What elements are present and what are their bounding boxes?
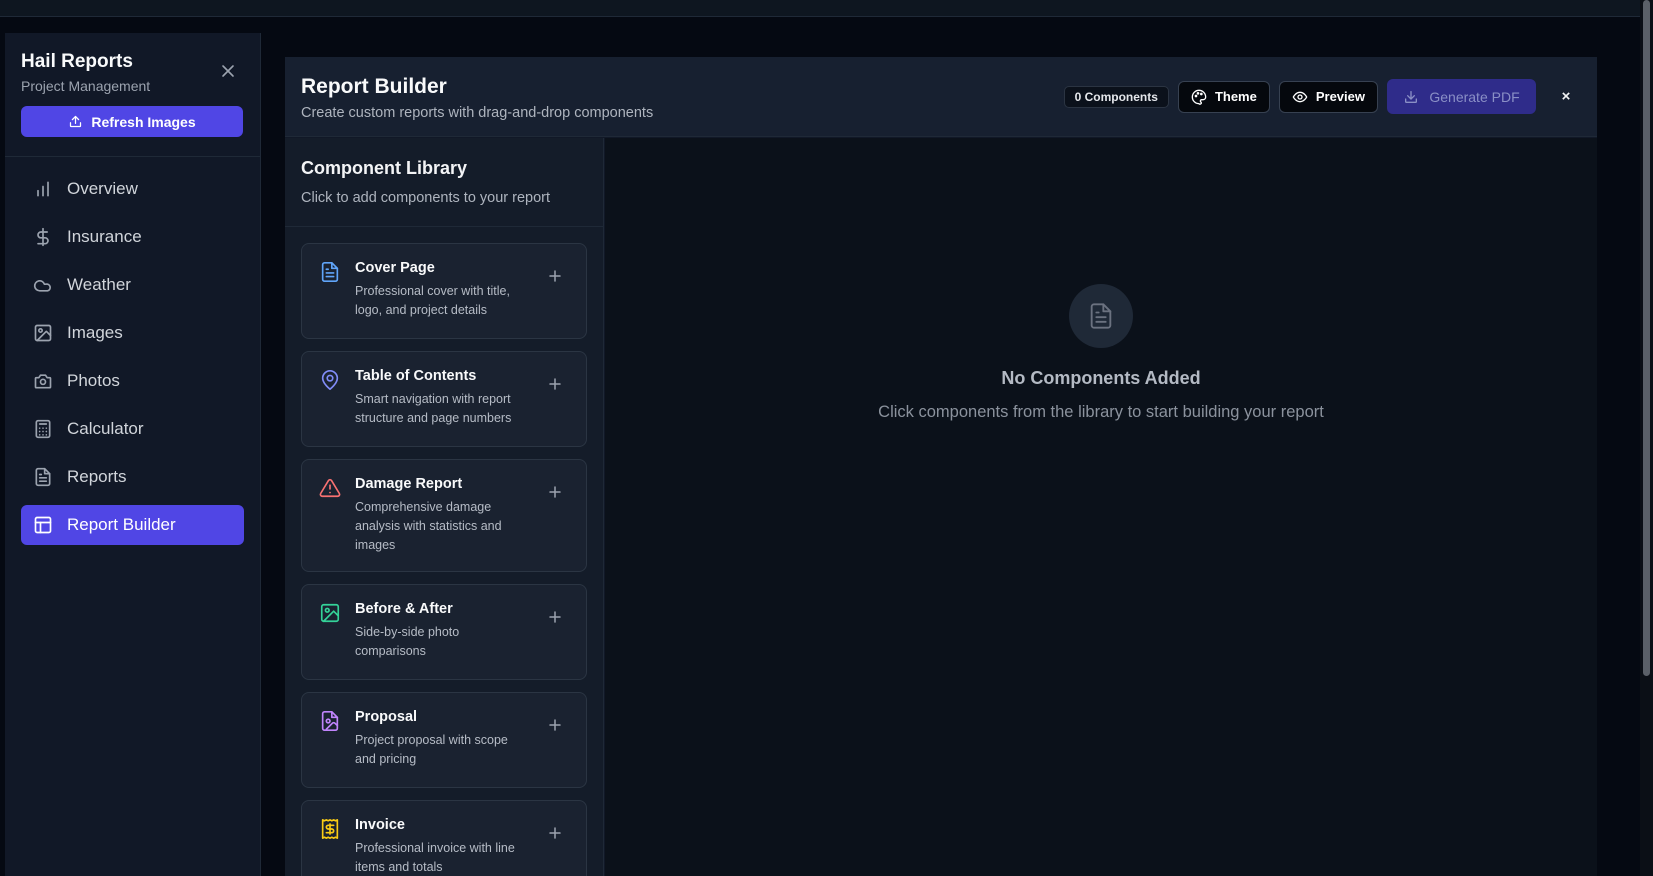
component-title: Invoice bbox=[355, 817, 405, 833]
file-image-icon bbox=[319, 710, 341, 732]
refresh-images-label: Refresh Images bbox=[91, 113, 196, 130]
component-title: Table of Contents bbox=[355, 368, 477, 384]
component-description: Comprehensive damage analysis with stati… bbox=[355, 500, 502, 552]
component-title: Cover Page bbox=[355, 260, 435, 276]
theme-label: Theme bbox=[1214, 89, 1257, 104]
component-title: Damage Report bbox=[355, 476, 463, 492]
download-icon bbox=[1403, 89, 1419, 105]
calculator-icon bbox=[33, 419, 53, 439]
sidebar-close-icon[interactable] bbox=[220, 63, 236, 79]
sidebar-item-label: Report Builder bbox=[67, 515, 176, 534]
sidebar-item-calculator[interactable]: Calculator bbox=[21, 409, 244, 449]
sidebar-header: Hail Reports Project Management Refresh … bbox=[5, 33, 260, 157]
receipt-icon bbox=[319, 818, 341, 840]
component-card-cover-page[interactable]: Cover Page Professional cover with title… bbox=[301, 243, 587, 339]
app-subtitle: Project Management bbox=[21, 78, 151, 94]
component-card-damage-report[interactable]: Damage Report Comprehensive damage analy… bbox=[301, 459, 587, 572]
component-card-proposal[interactable]: Proposal Project proposal with scope and… bbox=[301, 692, 587, 788]
sidebar-item-label: Photos bbox=[67, 371, 120, 390]
plus-icon[interactable] bbox=[548, 718, 562, 732]
empty-state-title: No Components Added bbox=[1001, 368, 1201, 388]
sidebar-item-label: Images bbox=[67, 323, 123, 342]
file-text-icon bbox=[319, 261, 341, 283]
component-list: Cover Page Professional cover with title… bbox=[285, 227, 603, 876]
sidebar-nav: Overview Insurance Weather Images Photos… bbox=[5, 157, 260, 545]
sidebar-item-reports[interactable]: Reports bbox=[21, 457, 244, 497]
file-text-icon bbox=[1087, 302, 1115, 330]
component-library: Component Library Click to add component… bbox=[285, 138, 604, 876]
close-icon[interactable]: × bbox=[1555, 86, 1577, 108]
close-glyph: × bbox=[1561, 88, 1571, 105]
sidebar-item-label: Reports bbox=[67, 467, 127, 486]
generate-pdf-button[interactable]: Generate PDF bbox=[1387, 79, 1536, 114]
eye-icon bbox=[1292, 89, 1308, 105]
component-card-table-of-contents[interactable]: Table of Contents Smart navigation with … bbox=[301, 351, 587, 447]
preview-label: Preview bbox=[1315, 89, 1365, 104]
sidebar-item-weather[interactable]: Weather bbox=[21, 265, 244, 305]
component-description: Professional cover with title, logo, and… bbox=[355, 284, 510, 317]
plus-icon[interactable] bbox=[548, 610, 562, 624]
plus-icon[interactable] bbox=[548, 826, 562, 840]
sidebar-item-label: Overview bbox=[67, 179, 138, 198]
app-title: Hail Reports bbox=[21, 51, 133, 72]
alert-triangle-icon bbox=[319, 477, 341, 499]
component-description: Project proposal with scope and pricing bbox=[355, 733, 508, 766]
component-description: Professional invoice with line items and… bbox=[355, 841, 515, 874]
component-title: Proposal bbox=[355, 709, 418, 725]
component-description: Smart navigation with report structure a… bbox=[355, 392, 512, 425]
empty-state: No Components Added Click components fro… bbox=[605, 284, 1597, 422]
sidebar-item-label: Weather bbox=[67, 275, 131, 294]
page-scrollbar[interactable] bbox=[1640, 0, 1653, 876]
empty-state-circle bbox=[1069, 284, 1133, 348]
library-title: Component Library bbox=[301, 158, 468, 178]
plus-icon[interactable] bbox=[548, 377, 562, 391]
sidebar-item-label: Calculator bbox=[67, 419, 144, 438]
camera-icon bbox=[33, 371, 53, 391]
component-card-invoice[interactable]: Invoice Professional invoice with line i… bbox=[301, 800, 587, 876]
sidebar-item-label: Insurance bbox=[67, 227, 142, 246]
map-pin-icon bbox=[319, 369, 341, 391]
sidebar-item-photos[interactable]: Photos bbox=[21, 361, 244, 401]
empty-state-subtitle: Click components from the library to sta… bbox=[878, 403, 1324, 421]
browser-top-bar bbox=[0, 0, 1640, 17]
scrollbar-thumb[interactable] bbox=[1643, 0, 1650, 676]
sidebar-item-overview[interactable]: Overview bbox=[21, 169, 244, 209]
library-header: Component Library Click to add component… bbox=[285, 138, 603, 227]
dollar-icon bbox=[33, 227, 53, 247]
plus-icon[interactable] bbox=[548, 485, 562, 499]
image-icon bbox=[33, 323, 53, 343]
library-subtitle: Click to add components to your report bbox=[301, 190, 551, 206]
panel-header: Report Builder Create custom reports wit… bbox=[285, 57, 1597, 137]
component-count-badge: 0 Components bbox=[1063, 85, 1169, 108]
palette-icon bbox=[1191, 89, 1207, 105]
cloud-icon bbox=[33, 275, 53, 295]
report-builder-panel: Report Builder Create custom reports wit… bbox=[285, 57, 1597, 876]
preview-button[interactable]: Preview bbox=[1278, 80, 1378, 113]
sidebar-item-images[interactable]: Images bbox=[21, 313, 244, 353]
component-card-before-after[interactable]: Before & After Side-by-side photo compar… bbox=[301, 584, 587, 680]
image-icon bbox=[319, 602, 341, 624]
sidebar-item-report-builder[interactable]: Report Builder bbox=[21, 505, 244, 545]
layout-icon bbox=[33, 515, 53, 535]
component-description: Side-by-side photo comparisons bbox=[355, 625, 460, 658]
upload-icon bbox=[68, 114, 83, 129]
generate-pdf-label: Generate PDF bbox=[1429, 88, 1520, 105]
bar-chart-icon bbox=[33, 179, 53, 199]
header-actions: 0 Components Theme Preview Generate PDF … bbox=[1063, 79, 1577, 114]
refresh-images-button[interactable]: Refresh Images bbox=[21, 106, 243, 137]
theme-button[interactable]: Theme bbox=[1177, 80, 1270, 113]
plus-icon[interactable] bbox=[548, 269, 562, 283]
report-canvas[interactable]: No Components Added Click components fro… bbox=[605, 138, 1597, 876]
sidebar: Hail Reports Project Management Refresh … bbox=[5, 33, 261, 876]
component-title: Before & After bbox=[355, 601, 453, 617]
sidebar-item-insurance[interactable]: Insurance bbox=[21, 217, 244, 257]
file-text-icon bbox=[33, 467, 53, 487]
